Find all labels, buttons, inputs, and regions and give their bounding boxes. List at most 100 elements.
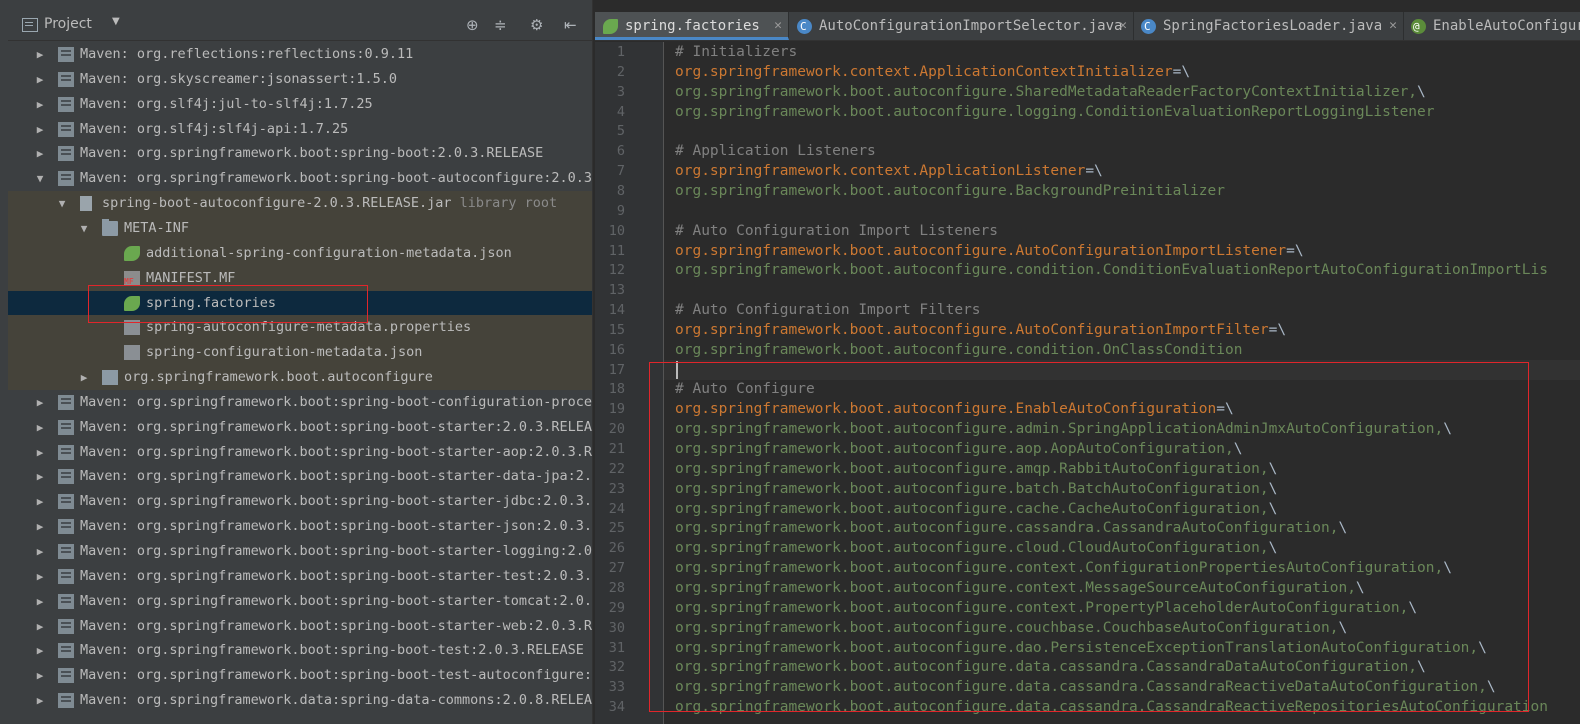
tree-item-label: spring-configuration-metadata.json xyxy=(146,344,423,361)
tree-item-label: Maven: org.springframework.boot:spring-b… xyxy=(80,170,592,187)
tree-item[interactable]: ▶ Maven: org.springframework.boot:spring-… xyxy=(8,390,592,415)
tree-item[interactable]: ▶ Maven: org.springframework.boot:spring-… xyxy=(8,514,592,539)
tree-item[interactable]: ▼ spring-boot-autoconfigure-2.0.3.RELEASE… xyxy=(8,191,592,217)
line-number: 18 xyxy=(608,381,625,398)
library-icon xyxy=(58,568,74,584)
collapse-arrow-icon[interactable]: ▶ xyxy=(78,365,90,390)
tree-item[interactable]: ▼ Maven: org.springframework.boot:spring-… xyxy=(8,166,592,191)
collapse-arrow-icon[interactable]: ▶ xyxy=(34,614,46,639)
collapse-arrow-icon[interactable]: ▶ xyxy=(34,564,46,589)
collapse-arrow-icon[interactable]: ▶ xyxy=(34,141,46,166)
tree-item[interactable]: ▶ Maven: org.springframework.boot:spring-… xyxy=(8,464,592,489)
tree-item-label: Maven: org.springframework.boot:spring-b… xyxy=(80,543,592,559)
library-icon xyxy=(58,544,74,559)
tree-item[interactable]: spring-configuration-metadata.json xyxy=(8,340,592,366)
code-line-suffix: =\ xyxy=(1085,163,1103,180)
tree-item[interactable]: ▶ Maven: org.springframework.boot:spring-… xyxy=(8,564,592,589)
collapse-icon[interactable]: ≑ xyxy=(494,16,507,34)
collapse-arrow-icon[interactable]: ▶ xyxy=(34,589,46,614)
code-line-suffix: =\ xyxy=(1172,63,1191,80)
code-line: org.springframework.boot.autoconfigure.A… xyxy=(675,241,1304,261)
line-number: 7 xyxy=(616,163,625,180)
collapse-arrow-icon[interactable]: ▶ xyxy=(34,514,46,539)
editor-tab-label: AutoConfigurationImportSelector.java xyxy=(819,18,1123,34)
tree-item[interactable]: ▶ Maven: org.springframework.boot:spring-… xyxy=(8,539,592,564)
editor-tab-label: EnableAutoConfigur xyxy=(1433,18,1580,34)
class-icon xyxy=(797,13,812,40)
editor-tab[interactable]: spring.factories ✕ xyxy=(595,12,789,40)
collapse-arrow-icon[interactable]: ▶ xyxy=(34,440,46,465)
collapse-arrow-icon[interactable]: ▶ xyxy=(34,42,46,67)
expand-arrow-icon[interactable]: ▼ xyxy=(78,216,90,241)
collapse-arrow-icon[interactable]: ▶ xyxy=(34,92,46,117)
tree-item-label: spring-boot-autoconfigure-2.0.3.RELEASE.… xyxy=(102,195,558,212)
library-icon xyxy=(58,47,74,62)
tree-item[interactable]: ▶ Maven: org.springframework.boot:spring-… xyxy=(8,141,592,166)
tree-item[interactable]: ▶ Maven: org.springframework.data:spring-… xyxy=(8,688,592,713)
close-icon[interactable]: ✕ xyxy=(1389,12,1397,40)
hide-panel-icon[interactable]: ⇤ xyxy=(564,16,577,34)
line-number: 9 xyxy=(616,202,625,219)
line-number: 24 xyxy=(608,500,625,517)
expand-arrow-icon[interactable]: ▼ xyxy=(34,166,46,191)
code-line-text: org.springframework.boot.autoconfigure.A… xyxy=(675,242,1287,259)
line-number: 8 xyxy=(616,182,625,199)
package-icon xyxy=(102,370,118,386)
collapse-arrow-icon[interactable]: ▶ xyxy=(34,390,46,415)
tree-item[interactable]: ▶ Maven: org.springframework.boot:spring-… xyxy=(8,489,592,514)
tree-item[interactable]: ▶ Maven: org.slf4j:jul-to-slf4j:1.7.25 xyxy=(8,92,592,117)
expand-arrow-icon[interactable]: ▼ xyxy=(56,191,68,216)
code-line: # Auto Configuration Import Filters xyxy=(675,300,981,320)
collapse-arrow-icon[interactable]: ▶ xyxy=(34,67,46,92)
project-panel-title[interactable]: Project xyxy=(44,16,92,32)
project-panel: Project ▼ ⊕ ≑ ⚙ ⇤ ▶ Maven: org.reflection… xyxy=(8,0,592,724)
manifest-file-icon xyxy=(124,270,140,286)
tree-item[interactable]: ▶ Maven: org.springframework.boot:spring-… xyxy=(8,614,592,639)
collapse-arrow-icon[interactable]: ▶ xyxy=(34,539,46,564)
code-line-suffix: \ xyxy=(1417,83,1426,100)
gear-icon[interactable]: ⚙ xyxy=(530,16,543,34)
tree-item[interactable]: ▶ org.springframework.boot.autoconfigure xyxy=(8,365,592,391)
tree-item[interactable]: ▶ Maven: org.springframework.boot:spring-… xyxy=(8,638,592,663)
tree-item-label: Maven: org.springframework.boot:spring-b… xyxy=(80,393,592,410)
tree-item[interactable]: ▶ Maven: org.reflections:reflections:0.9.… xyxy=(8,42,592,67)
tree-item[interactable]: ▼ META-INF xyxy=(8,215,592,241)
line-number: 14 xyxy=(608,302,625,319)
tree-item-label: Maven: org.springframework.boot:spring-b… xyxy=(80,518,592,535)
line-number: 4 xyxy=(616,103,625,120)
editor-tab[interactable]: AutoConfigurationImportSelector.java✕ xyxy=(789,12,1134,40)
editor-tab[interactable]: SpringFactoriesLoader.java ✕ xyxy=(1133,12,1404,40)
tree-item[interactable]: ▶ Maven: org.skyscreamer:jsonassert:1.5.0 xyxy=(8,67,592,92)
library-icon xyxy=(58,394,74,410)
collapse-arrow-icon[interactable]: ▶ xyxy=(34,415,46,440)
collapse-arrow-icon[interactable]: ▶ xyxy=(34,638,46,663)
spring-file-icon xyxy=(124,245,140,261)
line-number: 2 xyxy=(616,63,625,80)
editor-tab-label: SpringFactoriesLoader.java xyxy=(1163,18,1383,34)
collapse-arrow-icon[interactable]: ▶ xyxy=(34,117,46,142)
code-line: org.springframework.context.ApplicationL… xyxy=(675,161,1103,181)
collapse-arrow-icon[interactable]: ▶ xyxy=(34,489,46,514)
chevron-down-icon[interactable]: ▼ xyxy=(112,16,120,27)
tree-item[interactable]: ▶ Maven: org.slf4j:slf4j-api:1.7.25 xyxy=(8,117,592,142)
tree-item-label: Maven: org.springframework.boot:spring-b… xyxy=(80,617,592,634)
crosshair-icon[interactable]: ⊕ xyxy=(466,16,479,34)
library-icon xyxy=(58,121,74,137)
tree-item[interactable]: ▶ Maven: org.springframework.boot:spring-… xyxy=(8,415,592,440)
tree-item[interactable]: additional-spring-configuration-metadata… xyxy=(8,240,592,266)
library-icon xyxy=(58,668,74,684)
close-icon[interactable]: ✕ xyxy=(774,12,782,37)
tree-item-label: Maven: org.springframework.boot:spring-b… xyxy=(80,145,544,162)
collapse-arrow-icon[interactable]: ▶ xyxy=(34,464,46,489)
library-icon xyxy=(58,643,74,659)
tree-item[interactable]: ▶ Maven: org.springframework.boot:spring-… xyxy=(8,440,592,465)
tree-item[interactable]: ▶ Maven: org.springframework.boot:spring-… xyxy=(8,589,592,614)
collapse-arrow-icon[interactable]: ▶ xyxy=(34,663,46,688)
close-icon[interactable]: ✕ xyxy=(1119,12,1127,40)
editor-tab-bar: spring.factories✕AutoConfigurationImport… xyxy=(595,12,1580,41)
collapse-arrow-icon[interactable]: ▶ xyxy=(34,688,46,713)
properties-file-icon xyxy=(124,345,140,361)
tree-item[interactable]: ▶ Maven: org.springframework.boot:spring-… xyxy=(8,663,592,688)
spring-file-icon xyxy=(603,19,618,34)
editor-tab[interactable]: EnableAutoConfigur xyxy=(1403,12,1580,40)
